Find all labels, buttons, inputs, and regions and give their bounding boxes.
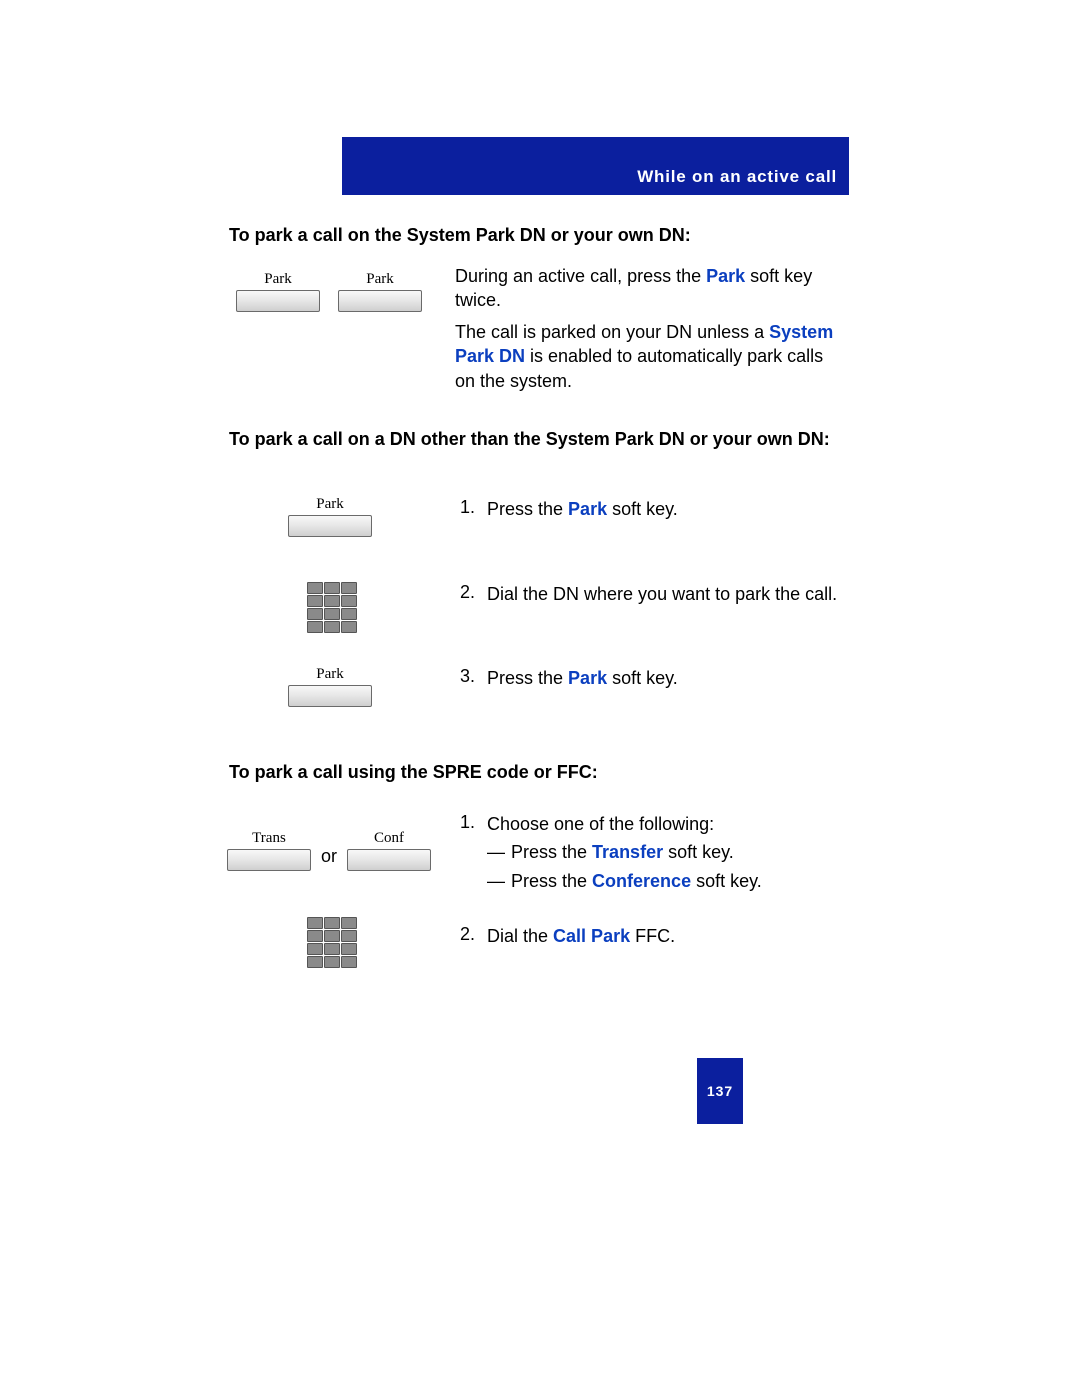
softkey-button-icon: [347, 849, 431, 871]
softkey-label: Park: [366, 271, 394, 288]
section1-paragraph1: During an active call, press the Park so…: [455, 264, 835, 313]
step2-text: Dial the DN where you want to park the c…: [487, 582, 847, 606]
text: soft key.: [691, 871, 762, 891]
text: Choose one of the following:: [487, 812, 847, 836]
step-number: 1.: [455, 812, 475, 833]
text: Press the: [487, 668, 568, 688]
heading-park-spre: To park a call using the SPRE code or FF…: [229, 760, 598, 784]
page-number: 137: [707, 1083, 733, 1099]
softkey-pair-park: Park Park: [236, 271, 422, 312]
softkey-trans-conf: Trans or Conf: [227, 830, 431, 871]
softkey-button-icon: [227, 849, 311, 871]
text: The call is parked on your DN unless a: [455, 322, 769, 342]
step3-text: Press the Park soft key.: [487, 666, 847, 690]
softkey-park-1: Park: [236, 271, 320, 312]
text: soft key.: [607, 499, 678, 519]
section-title: While on an active call: [637, 167, 837, 187]
softkey-park-step3: Park: [288, 666, 372, 707]
text: Press the: [511, 842, 592, 862]
text: soft key.: [663, 842, 734, 862]
text: FFC.: [630, 926, 675, 946]
step2-spre-text: Dial the Call Park FFC.: [487, 924, 847, 948]
document-page: While on an active call To park a call o…: [0, 0, 1080, 1397]
text: soft key.: [607, 668, 678, 688]
softkey-park-2: Park: [338, 271, 422, 312]
link-park: Park: [706, 266, 745, 286]
heading-park-other: To park a call on a DN other than the Sy…: [229, 427, 849, 451]
softkey-button-icon: [288, 515, 372, 537]
keypad-icon-2: [307, 917, 355, 966]
dash-icon: —: [487, 840, 511, 864]
softkey-label: Park: [316, 496, 344, 513]
softkey-label: Park: [316, 666, 344, 683]
softkey-label: Park: [264, 271, 292, 288]
softkey-label: Trans: [252, 830, 286, 847]
softkey-button-icon: [288, 685, 372, 707]
text: Dial the: [487, 926, 553, 946]
step1-text: Press the Park soft key.: [487, 497, 847, 521]
dash-icon: —: [487, 869, 511, 893]
keypad-icon: [307, 582, 355, 631]
softkey-trans: Trans: [227, 830, 311, 871]
heading-park-system: To park a call on the System Park DN or …: [229, 223, 691, 247]
text: Press the: [487, 499, 568, 519]
link-conference: Conference: [592, 871, 691, 891]
text: During an active call, press the: [455, 266, 706, 286]
text: Press the: [511, 871, 592, 891]
link-transfer: Transfer: [592, 842, 663, 862]
step1-spre-text: Choose one of the following: — Press the…: [487, 812, 847, 897]
link-park: Park: [568, 668, 607, 688]
link-park: Park: [568, 499, 607, 519]
step-number: 3.: [455, 666, 475, 687]
section1-paragraph2: The call is parked on your DN unless a S…: [455, 320, 845, 393]
softkey-button-icon: [338, 290, 422, 312]
page-number-box: 137: [697, 1058, 743, 1124]
softkey-park-step1: Park: [288, 496, 372, 537]
softkey-conf: Conf: [347, 830, 431, 871]
link-call-park: Call Park: [553, 926, 630, 946]
step-number: 2.: [455, 582, 475, 603]
step-number: 1.: [455, 497, 475, 518]
or-label: or: [321, 846, 337, 867]
softkey-label: Conf: [374, 830, 404, 847]
section-header-bar: While on an active call: [342, 137, 849, 195]
softkey-button-icon: [236, 290, 320, 312]
step-number: 2.: [455, 924, 475, 945]
